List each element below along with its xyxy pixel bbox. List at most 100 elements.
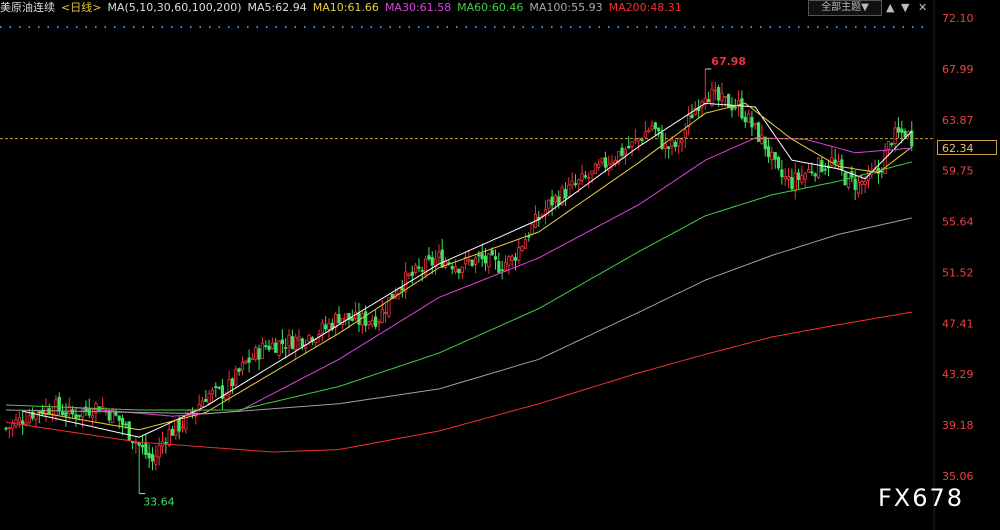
candle-body [603,157,608,168]
candle-body [740,98,744,119]
candle-body [64,412,68,417]
y-tick-label: 47.41 [942,317,974,330]
candle-body [886,141,891,150]
candle-body [407,273,411,276]
candle-body [417,266,421,269]
candle-body [204,399,208,402]
close-icon[interactable]: ✕ [918,0,927,16]
candle-body [137,442,141,446]
candle-body [107,410,111,421]
y-tick-label: 39.18 [942,419,974,432]
candle-body [816,157,821,178]
candle-body [384,312,388,314]
ma200-value: MA200:48.31 [608,1,682,14]
candle-body [237,368,241,372]
candle-body [120,418,125,426]
candle-body [893,127,897,144]
candle-body [274,342,278,353]
period-label[interactable]: <日线> [61,1,101,14]
ma-line-ma100 [6,217,912,415]
current-price-label: 62.34 [937,140,997,155]
ma-line-ma60 [5,161,912,411]
candle-body [810,171,814,174]
candle-body [7,427,11,430]
candle-body [453,266,458,273]
candlestick-chart[interactable]: 72.1067.9963.8759.7555.6451.5247.4143.29… [0,0,1000,530]
candle-body [260,342,265,359]
candle-body [627,145,631,149]
candle-body [17,417,21,423]
candle-body [150,453,155,462]
candle-body [803,173,807,180]
y-tick-label: 35.06 [942,470,974,483]
candle-body [490,249,494,256]
candle-body [370,320,374,326]
candle-body [307,334,311,342]
candle-body [570,180,574,186]
candle-body [114,412,118,416]
candle-body [480,253,484,260]
candle-body [523,239,528,249]
candle-body [770,151,774,161]
candle-body [240,361,245,371]
candle-body [180,426,185,429]
candle-body [530,223,534,235]
candle-body [294,336,298,350]
candle-body [823,168,827,171]
candle-body [200,400,205,407]
candle-body [350,317,354,321]
candle-body [24,422,28,425]
candle-body [653,122,657,130]
candle-body [793,172,797,192]
candle-body [670,139,674,147]
candle-body [230,378,235,387]
low-label: 33.64 [143,496,175,509]
candle-body [264,345,268,348]
candle-body [743,116,747,123]
up-arrow-icon[interactable]: ▲ [886,0,894,16]
symbol-label[interactable]: 美原油连续 [0,1,55,14]
candle-body [430,257,434,266]
candle-body [473,257,478,265]
candle-body [520,246,524,251]
candle-body [497,261,501,273]
candle-body [297,336,301,341]
candle-body [643,131,647,138]
candle-body [134,442,138,444]
candle-body [580,173,584,181]
down-arrow-icon[interactable]: ▼ [901,0,909,16]
theme-select[interactable]: 全部主题▼ [808,0,882,16]
ma-params-label[interactable]: MA(5,10,30,60,100,200) [107,1,241,14]
candle-body [127,421,131,441]
candle-body [170,429,175,436]
candle-body [593,163,598,174]
candle-body [380,308,384,323]
candle-body [846,172,851,188]
candle-body [856,181,861,194]
candle-body [367,321,371,325]
candle-body [217,386,221,389]
candle-body [320,322,324,334]
candle-body [776,157,781,169]
candle-body [493,256,498,260]
candle-body [157,445,161,458]
candle-body [334,313,338,328]
candle-body [140,444,145,448]
candle-body [360,313,364,326]
candle-body [657,127,661,132]
candle-body [14,419,18,427]
candle-body [244,360,248,364]
candle-body [167,429,171,446]
candle-body [364,311,368,326]
candle-body [600,158,604,163]
candle-body [483,255,488,264]
candle-body [377,321,381,324]
candle-body [836,161,841,165]
candle-body [587,176,591,179]
candle-body [563,189,568,199]
candle-body [766,146,771,158]
candle-body [57,396,61,411]
candle-body [557,196,561,206]
candle-body [680,139,684,143]
candle-body [267,345,271,350]
